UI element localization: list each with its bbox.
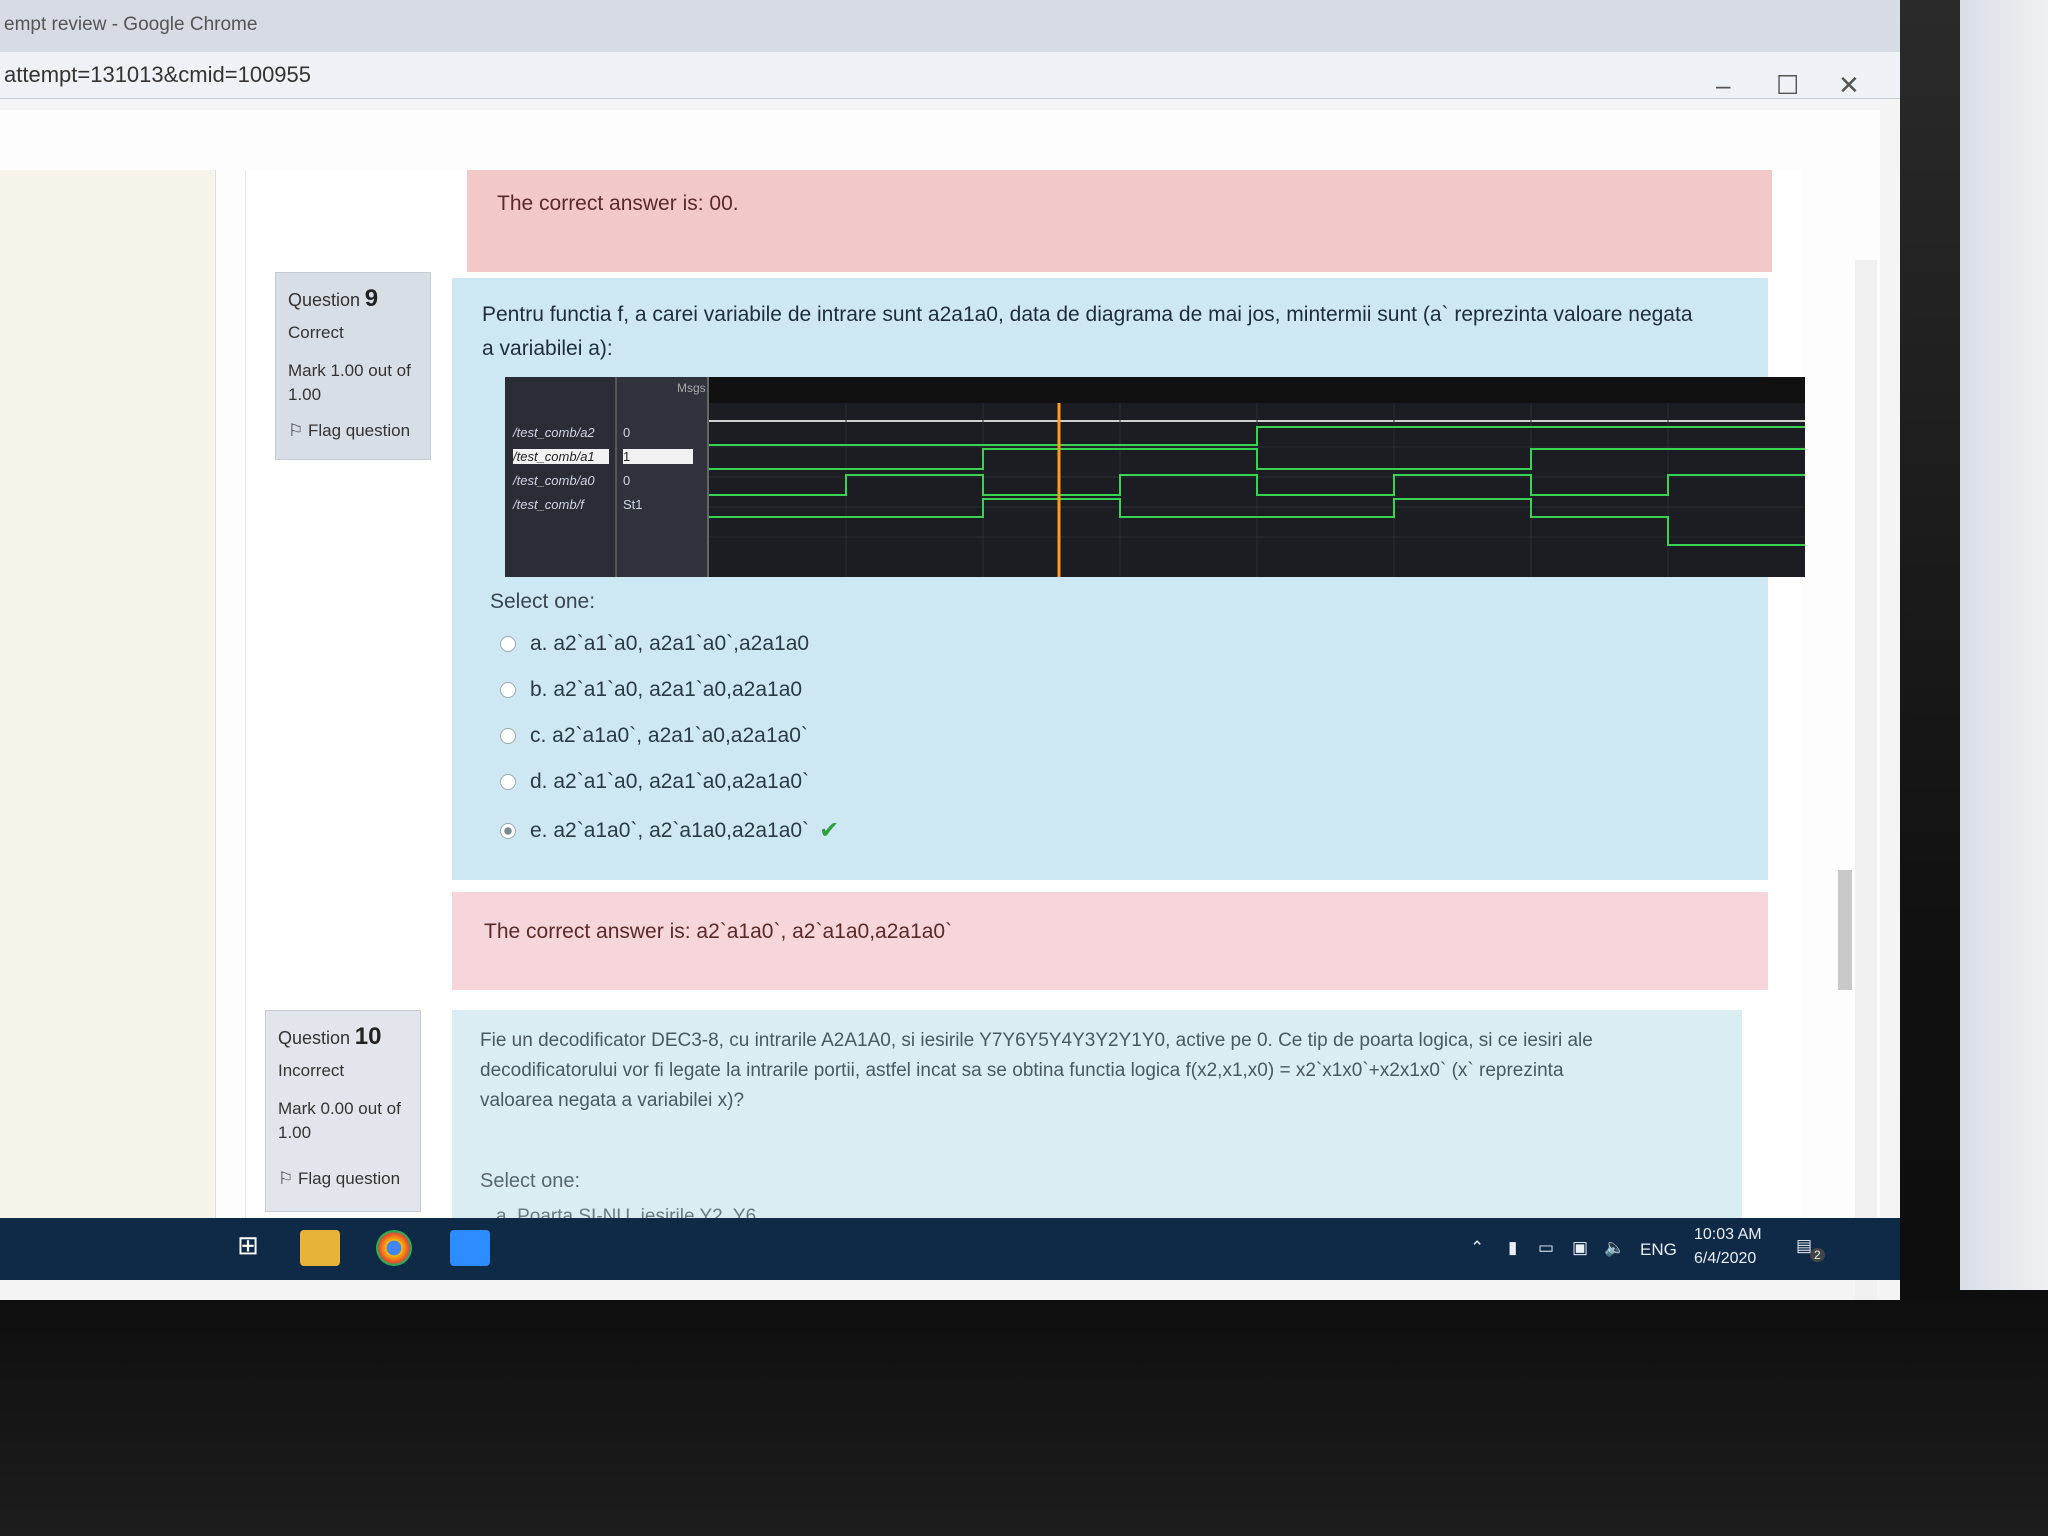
signal-value-a1: 1 xyxy=(623,449,693,464)
question-9-feedback-text: The correct answer is: a2`a1a0`, a2`a1a0… xyxy=(484,920,953,943)
trace-a0 xyxy=(709,474,1805,496)
question-9-feedback: The correct answer is: a2`a1a0`, a2`a1a0… xyxy=(452,892,1768,990)
battery-icon[interactable]: ▭ xyxy=(1538,1238,1554,1258)
tray-chevron-icon[interactable]: ⌃ xyxy=(1470,1238,1484,1258)
signal-value-f: St1 xyxy=(623,497,643,512)
question-9-mark-total: 1.00 xyxy=(288,385,322,404)
signal-name-a0: /test_comb/a0 xyxy=(513,473,595,488)
flag-question-9[interactable]: ⚐ Flag question xyxy=(288,421,410,441)
trace-a2 xyxy=(709,426,1805,446)
chrome-icon[interactable] xyxy=(376,1230,412,1266)
radio-c[interactable] xyxy=(500,728,516,744)
radio-b[interactable] xyxy=(500,682,516,698)
question-10-heading: Question 10 xyxy=(278,1023,382,1050)
address-bar[interactable]: attempt=131013&cmid=100955 xyxy=(0,52,1900,99)
file-explorer-icon[interactable] xyxy=(300,1230,340,1266)
option-a[interactable]: a. a2`a1`a0, a2a1`a0`,a2a1a0 xyxy=(500,632,809,656)
task-view-icon[interactable]: ⊞ xyxy=(228,1230,268,1266)
previous-feedback-text: The correct answer is: 00. xyxy=(497,192,739,215)
network-icon[interactable]: ▣ xyxy=(1572,1238,1588,1258)
question-10-body: Fie un decodificator DEC3-8, cu intraril… xyxy=(452,1010,1742,1230)
question-10-info: Question 10 Incorrect Mark 0.00 out of 1… xyxy=(265,1010,421,1212)
clock-date[interactable]: 6/4/2020 xyxy=(1694,1250,1756,1268)
trace-a1 xyxy=(709,448,1805,470)
question-9-state: Correct xyxy=(288,323,344,342)
msgs-header: Msgs xyxy=(677,381,706,395)
option-c[interactable]: c. a2`a1a0`, a2a1`a0,a2a1a0` xyxy=(500,724,808,748)
signal-value-a0: 0 xyxy=(623,473,631,488)
quiz-page: The correct answer is: 00. Question 9 Co… xyxy=(0,110,1880,1300)
signal-name-f: /test_comb/f xyxy=(513,497,584,512)
notification-count: 2 xyxy=(1810,1248,1825,1262)
microphone-icon[interactable]: ▮ xyxy=(1508,1238,1517,1258)
option-b[interactable]: b. a2`a1`a0, a2a1`a0,a2a1a0 xyxy=(500,678,802,702)
question-9-text: Pentru functia f, a carei variabile de i… xyxy=(482,303,1693,360)
signal-name-a1: /test_comb/a1 xyxy=(513,449,609,464)
question-9-body: Pentru functia f, a carei variabile de i… xyxy=(452,278,1768,880)
scrollbar-thumb[interactable] xyxy=(1838,870,1852,990)
option-d[interactable]: d. a2`a1`a0, a2a1`a0,a2a1a0` xyxy=(500,770,809,794)
close-button[interactable]: ✕ xyxy=(1838,70,1860,101)
signal-values-panel: Msgs 0 1 0 St1 xyxy=(617,377,709,577)
window-title: empt review - Google Chrome xyxy=(4,14,258,35)
radio-e-selected[interactable] xyxy=(500,822,516,839)
question-9-heading: Question 9 xyxy=(288,285,379,312)
question-10-mark-total: 1.00 xyxy=(278,1123,312,1142)
title-bar: empt review - Google Chrome xyxy=(0,0,1900,52)
question-10-mark: Mark 0.00 out of xyxy=(278,1099,401,1118)
signal-name-a2: /test_comb/a2 xyxy=(513,425,595,440)
signal-names-panel: /test_comb/a2 /test_comb/a1 /test_comb/a… xyxy=(505,377,617,577)
question-9-mark: Mark 1.00 out of xyxy=(288,361,411,380)
waveform-header-bar xyxy=(709,377,1805,403)
flag-question-10[interactable]: ⚐ Flag question xyxy=(278,1169,400,1189)
radio-d[interactable] xyxy=(500,774,516,790)
url-text[interactable]: attempt=131013&cmid=100955 xyxy=(4,62,311,88)
left-sidebar xyxy=(0,170,216,1230)
option-e[interactable]: e. a2`a1a0`, a2`a1a0,a2a1a0` ✔ xyxy=(500,816,839,845)
windows-taskbar: ⊞ ⌃ ▮ ▭ ▣ 🔈 ENG 10:03 AM 6/4/2020 ▤ 2 xyxy=(0,1218,1900,1280)
question-10-state: Incorrect xyxy=(278,1061,345,1080)
previous-feedback: The correct answer is: 00. xyxy=(467,170,1772,272)
question-9-info: Question 9 Correct Mark 1.00 out of 1.00… xyxy=(275,272,431,460)
zoom-icon[interactable] xyxy=(450,1230,490,1266)
maximize-button[interactable]: ☐ xyxy=(1776,70,1799,101)
language-indicator[interactable]: ENG xyxy=(1640,1240,1677,1260)
volume-icon[interactable]: 🔈 xyxy=(1604,1238,1625,1258)
browser-screen: empt review - Google Chrome attempt=1310… xyxy=(0,0,1900,1300)
waveform-traces xyxy=(709,377,1805,577)
radio-a[interactable] xyxy=(500,636,516,652)
select-one-label: Select one: xyxy=(480,1170,581,1192)
signal-value-a2: 0 xyxy=(623,425,631,440)
waveform-diagram: /test_comb/a2 /test_comb/a1 /test_comb/a… xyxy=(505,377,1805,577)
select-one-label: Select one: xyxy=(490,590,596,613)
minimize-button[interactable]: – xyxy=(1716,70,1730,101)
laptop-base xyxy=(0,1290,2048,1536)
question-10-text: Fie un decodificator DEC3-8, cu intraril… xyxy=(480,1030,1593,1111)
clock-time[interactable]: 10:03 AM xyxy=(1694,1226,1762,1244)
flag-icon: ⚐ xyxy=(288,421,304,440)
flag-icon: ⚐ xyxy=(278,1169,294,1188)
page-scrollbar[interactable] xyxy=(1855,260,1877,1300)
correct-check-icon: ✔ xyxy=(819,817,840,844)
